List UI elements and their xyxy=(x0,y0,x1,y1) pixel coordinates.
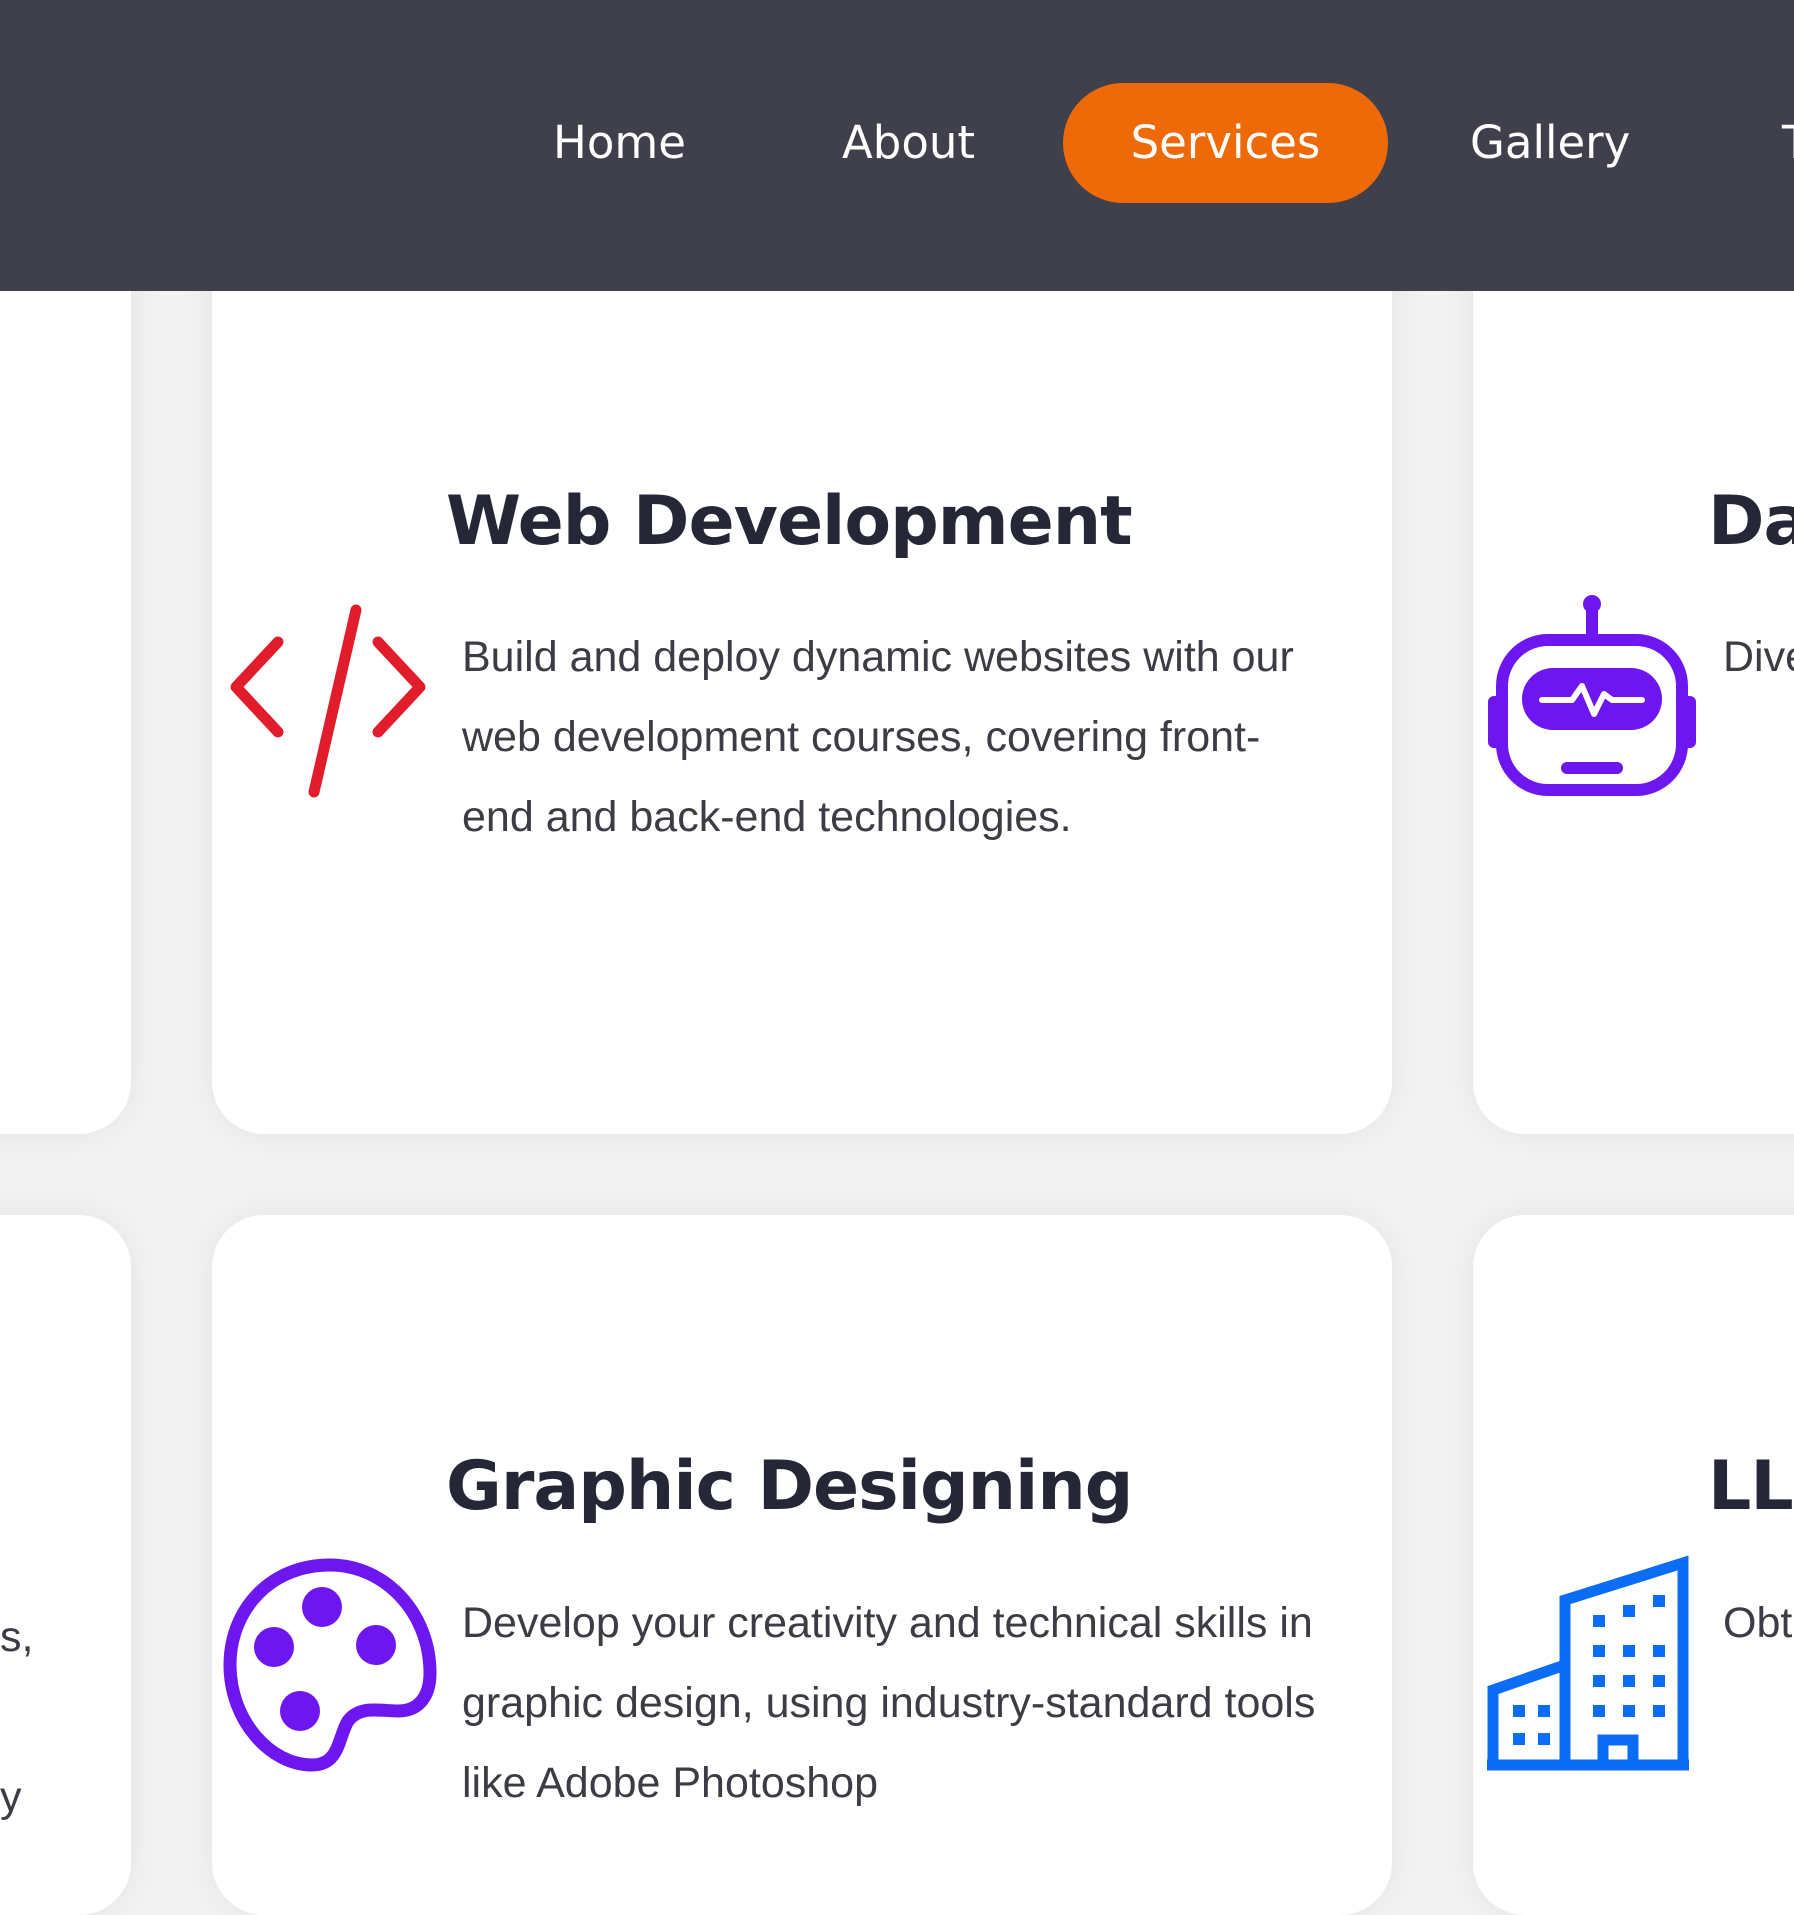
service-card-left-partial xyxy=(0,230,131,1134)
code-icon xyxy=(226,602,432,798)
service-card-graphic-designing[interactable]: Graphic Designing Develop your creativit… xyxy=(212,1215,1392,1915)
nav-about[interactable]: About xyxy=(842,83,975,203)
card-title: LL xyxy=(1708,1447,1794,1526)
nav-next-item[interactable]: T xyxy=(1782,83,1794,203)
service-card-web-development[interactable]: Web Development Build and deploy dynamic… xyxy=(212,230,1392,1134)
nav-services[interactable]: Services xyxy=(1063,83,1388,203)
card-title: Web Development xyxy=(446,482,1133,561)
card-title: Da xyxy=(1708,482,1794,561)
service-card-llc-partial[interactable]: LL Obt esta (LL xyxy=(1473,1215,1794,1915)
top-navbar: Home About Services Gallery T xyxy=(0,0,1794,291)
building-icon xyxy=(1483,1555,1693,1775)
card-description: Develop your creativity and technical sk… xyxy=(462,1599,1316,1807)
palette-icon xyxy=(220,1555,440,1775)
card-description-fragment: s, y xyxy=(0,1613,34,1821)
card-description: Build and deploy dynamic websites with o… xyxy=(462,633,1294,841)
service-card-left-partial: s, y xyxy=(0,1215,131,1915)
nav-home[interactable]: Home xyxy=(553,83,686,203)
card-description: Dive han data dev xyxy=(1723,633,1794,681)
service-card-data-partial[interactable]: Da Dive han data dev xyxy=(1473,230,1794,1134)
nav-gallery[interactable]: Gallery xyxy=(1470,83,1630,203)
card-description: Obt esta (LL xyxy=(1723,1599,1794,1647)
card-title: Graphic Designing xyxy=(446,1447,1133,1526)
robot-icon xyxy=(1482,590,1702,800)
